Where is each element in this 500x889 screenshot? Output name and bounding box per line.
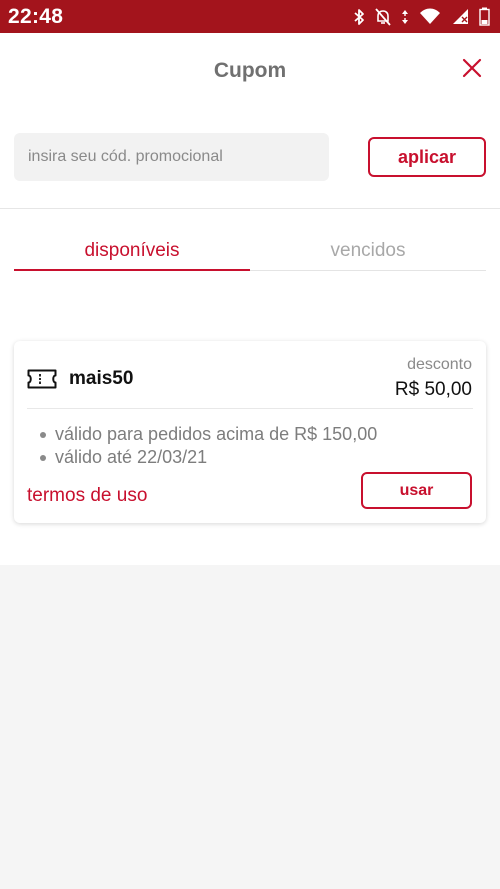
bluetooth-icon — [354, 8, 364, 25]
discount-value: R$ 50,00 — [394, 379, 472, 400]
terms-link[interactable]: termos de uso — [27, 485, 147, 507]
page-title: Cupom — [213, 59, 287, 82]
rule-item: válido para pedidos acima de R$ 150,00 — [38, 423, 377, 446]
use-coupon-button[interactable]: usar — [361, 472, 472, 509]
status-bar: 22:48 — [0, 0, 500, 33]
tab-active-indicator — [14, 269, 250, 271]
tab-available[interactable]: disponíveis — [14, 240, 250, 262]
coupon-code: mais50 — [69, 368, 134, 389]
tab-expired[interactable]: vencidos — [250, 240, 486, 262]
close-icon[interactable] — [459, 55, 485, 81]
wifi-icon — [420, 8, 440, 24]
data-arrows-icon — [402, 9, 408, 24]
status-time: 22:48 — [8, 4, 64, 28]
coupon-rules: válido para pedidos acima de R$ 150,00 v… — [38, 423, 377, 469]
promo-code-input[interactable] — [14, 133, 329, 181]
discount-label: desconto — [407, 356, 472, 373]
coupon-sheet: Cupom aplicar disponíveis vencidos mais5… — [0, 33, 500, 565]
card-divider — [27, 408, 473, 409]
status-icons — [353, 7, 490, 26]
notifications-off-icon — [375, 7, 391, 26]
rule-item: válido até 22/03/21 — [38, 446, 377, 469]
close-button[interactable] — [459, 55, 485, 81]
section-divider — [0, 208, 500, 209]
coupon-card: mais50 desconto R$ 50,00 válido para ped… — [14, 341, 486, 523]
cellular-signal-icon — [453, 9, 468, 24]
apply-button[interactable]: aplicar — [368, 137, 486, 177]
ticket-icon — [27, 369, 57, 389]
battery-icon — [479, 7, 490, 26]
